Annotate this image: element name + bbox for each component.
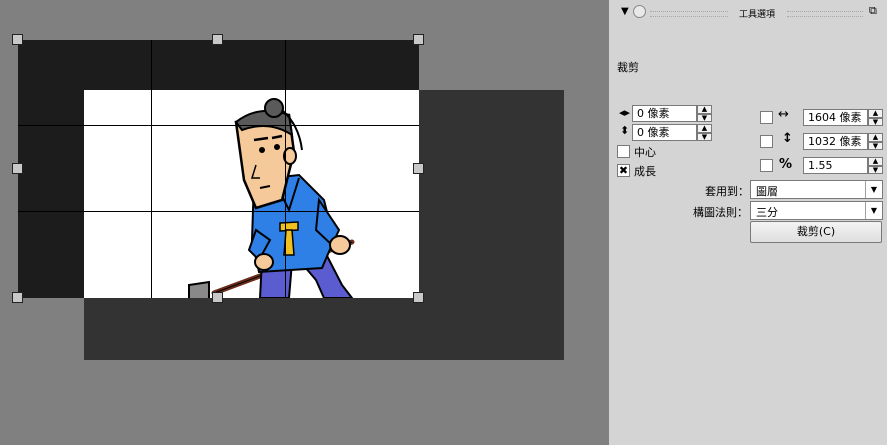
- crop-handle-right[interactable]: [413, 163, 424, 174]
- crop-handle-bottom[interactable]: [212, 292, 223, 303]
- horizontal-offset-icon: ◂▸: [619, 106, 631, 119]
- section-label: 裁剪: [617, 61, 639, 74]
- crop-handle-bottom-right[interactable]: [413, 292, 424, 303]
- grid-horizontal-line: [84, 125, 419, 126]
- image-content: [84, 90, 419, 298]
- grid-horizontal-line: [84, 211, 419, 212]
- grid-vertical-line: [285, 40, 286, 90]
- header-grip[interactable]: [650, 11, 728, 17]
- height-lock-checkbox[interactable]: [760, 135, 773, 148]
- undock-icon[interactable]: ⧉: [869, 4, 877, 18]
- grow-checkbox[interactable]: ✖: [617, 164, 630, 177]
- crop-handle-left[interactable]: [12, 163, 23, 174]
- height-spinner[interactable]: 1032 像素 ▲ ▼: [803, 133, 883, 150]
- spin-down-icon[interactable]: ▼: [868, 141, 883, 150]
- offset-y-input[interactable]: 0 像素: [632, 124, 697, 141]
- tool-circle-icon: [633, 5, 646, 18]
- composition-select[interactable]: 三分 ▼: [750, 201, 883, 220]
- farmer-illustration: [188, 98, 355, 298]
- apply-to-select[interactable]: 圖層 ▼: [750, 180, 883, 199]
- grid-horizontal-line: [18, 211, 84, 212]
- spin-down-icon[interactable]: ▼: [697, 113, 712, 122]
- vertical-offset-icon: ⬍: [620, 124, 630, 137]
- composition-label: 構圖法則：: [693, 206, 748, 219]
- height-input[interactable]: 1032 像素: [803, 133, 868, 150]
- crop-handle-top-right[interactable]: [413, 34, 424, 45]
- crop-handle-bottom-left[interactable]: [12, 292, 23, 303]
- chevron-down-icon[interactable]: ▼: [865, 181, 882, 198]
- apply-to-label: 套用到：: [705, 185, 749, 198]
- canvas-area[interactable]: [0, 0, 609, 445]
- ratio-symbol: %: [779, 157, 793, 172]
- spin-up-icon[interactable]: ▲: [697, 105, 712, 114]
- spin-down-icon[interactable]: ▼: [868, 117, 883, 126]
- grid-vertical-line: [285, 90, 286, 298]
- crop-handle-top-left[interactable]: [12, 34, 23, 45]
- grow-label: 成長: [634, 165, 656, 178]
- spin-down-icon[interactable]: ▼: [868, 165, 883, 174]
- offset-x-input[interactable]: 0 像素: [632, 105, 697, 122]
- grid-horizontal-line: [18, 125, 84, 126]
- crop-area-top-transparent: [18, 40, 419, 90]
- center-label: 中心: [634, 146, 656, 159]
- ratio-input[interactable]: 1.55: [803, 157, 868, 174]
- vertical-arrow-icon: ↕: [782, 131, 793, 146]
- center-checkbox[interactable]: [617, 145, 630, 158]
- ratio-lock-checkbox[interactable]: [760, 159, 773, 172]
- header-grip[interactable]: [787, 11, 863, 17]
- width-input[interactable]: 1604 像素: [803, 109, 868, 126]
- width-spinner[interactable]: 1604 像素 ▲ ▼: [803, 109, 883, 126]
- apply-to-value: 圖層: [756, 185, 778, 198]
- spin-down-icon[interactable]: ▼: [697, 132, 712, 141]
- crop-area-left-transparent: [18, 90, 84, 298]
- crop-button[interactable]: 裁剪(C): [750, 221, 882, 243]
- offset-x-spinner[interactable]: 0 像素 ▲ ▼: [632, 105, 712, 122]
- spin-up-icon[interactable]: ▲: [868, 109, 883, 118]
- ratio-spinner[interactable]: 1.55 ▲ ▼: [803, 157, 883, 174]
- spin-up-icon[interactable]: ▲: [697, 124, 712, 133]
- crop-handle-top[interactable]: [212, 34, 223, 45]
- width-lock-checkbox[interactable]: [760, 111, 773, 124]
- panel-title: 工具選項: [739, 10, 776, 20]
- grid-vertical-line: [151, 40, 152, 90]
- spin-up-icon[interactable]: ▲: [868, 133, 883, 142]
- grid-vertical-line: [151, 90, 152, 298]
- offset-y-spinner[interactable]: 0 像素 ▲ ▼: [632, 124, 712, 141]
- triangle-down-icon[interactable]: ▼: [621, 6, 629, 17]
- chevron-down-icon[interactable]: ▼: [865, 202, 882, 219]
- horizontal-arrow-icon: ↔: [778, 107, 789, 122]
- composition-value: 三分: [756, 206, 778, 219]
- spin-up-icon[interactable]: ▲: [868, 157, 883, 166]
